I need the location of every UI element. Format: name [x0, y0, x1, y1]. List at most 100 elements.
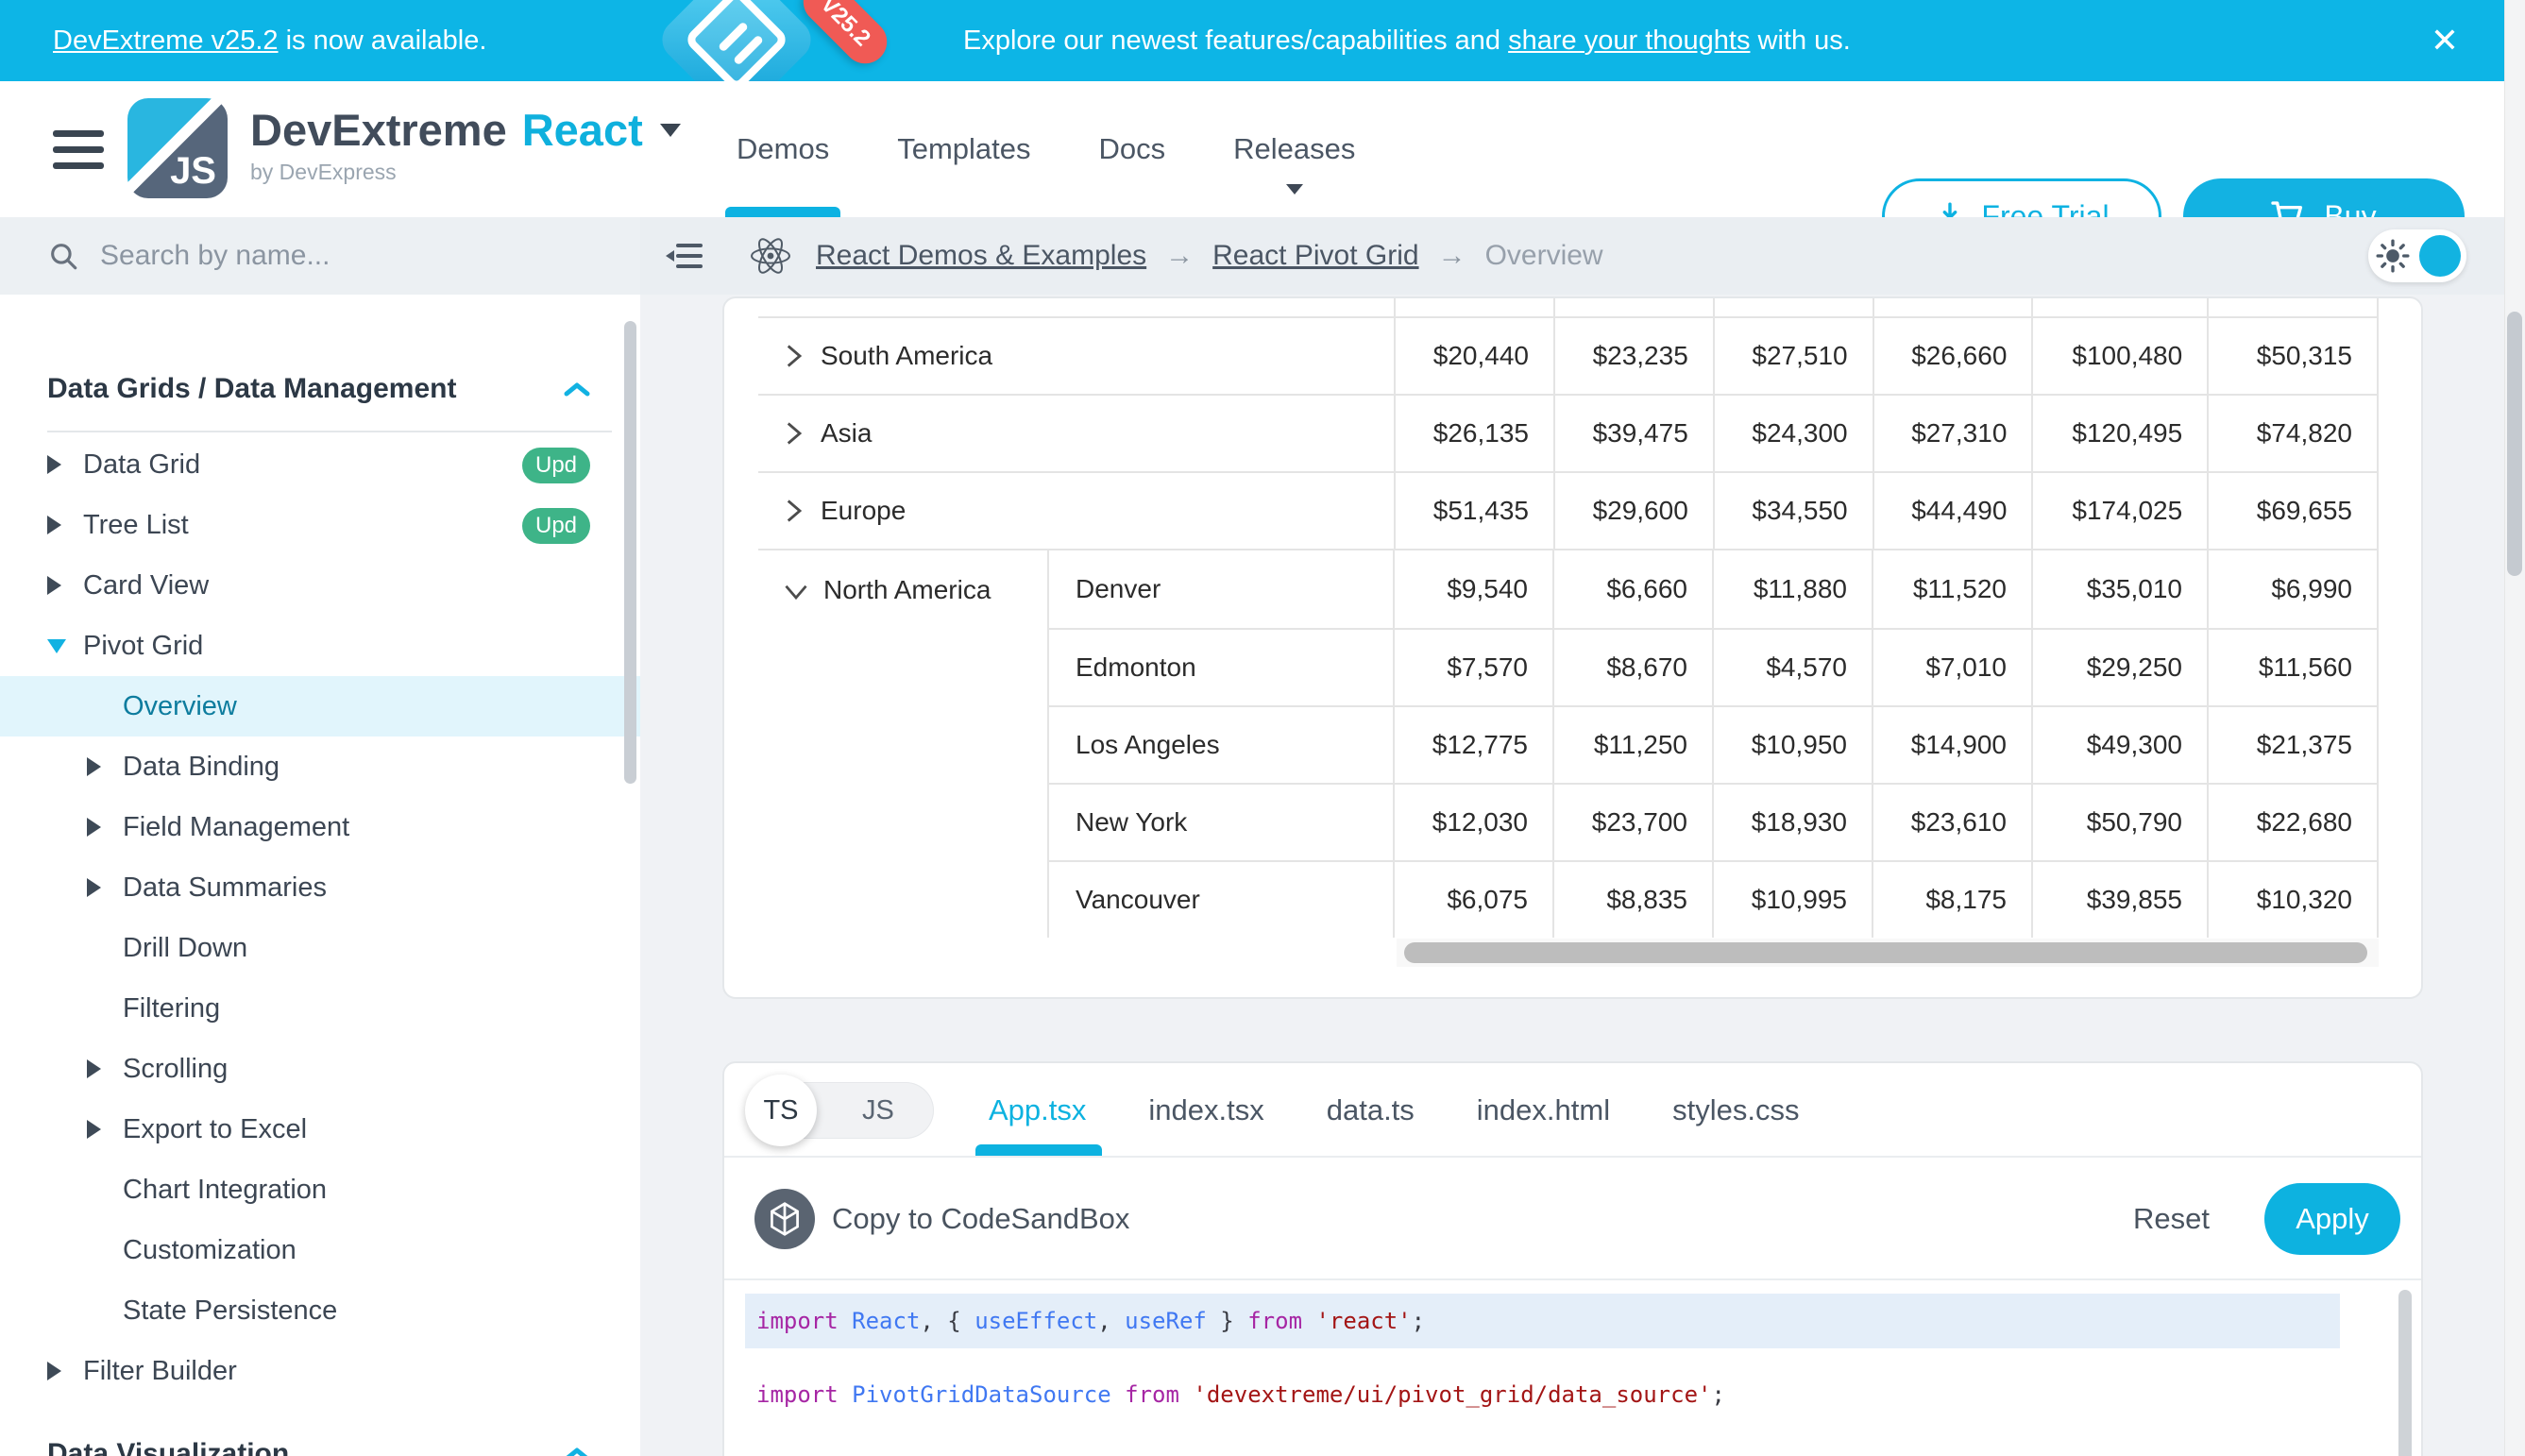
sidebar-item-customization[interactable]: Customization	[0, 1220, 640, 1280]
sidebar: Data Grids / Data Management Data GridUp…	[0, 217, 640, 1456]
search-input[interactable]	[100, 240, 516, 272]
code-line: import React, { useEffect, useRef } from…	[745, 1294, 2340, 1348]
platform-caret-icon[interactable]	[660, 124, 681, 137]
nav-docs[interactable]: Docs	[1099, 81, 1166, 217]
sidebar-item-data-binding[interactable]: Data Binding	[0, 736, 640, 797]
city-cell: Los Angeles	[1047, 707, 1393, 783]
sidebar-item-data-summaries[interactable]: Data Summaries	[0, 857, 640, 918]
value-cell: $11,880	[1712, 550, 1872, 628]
sidebar-item-scrolling[interactable]: Scrolling	[0, 1039, 640, 1099]
sidebar-item-tree-list[interactable]: Tree ListUpd	[0, 495, 640, 555]
page: DevExtreme v25.2 is now available. V25.2…	[0, 0, 2525, 1456]
pivot-grid-table: South America $20,440 $23,235 $27,510 $2…	[758, 298, 2379, 938]
breadcrumb-pivot-grid-link[interactable]: React Pivot Grid	[1212, 240, 1418, 272]
tab-data-ts[interactable]: data.ts	[1327, 1093, 1415, 1127]
code-tabs-row: TS JS App.tsx index.tsx data.ts index.ht…	[724, 1063, 2421, 1158]
value-cell: $6,990	[2207, 550, 2377, 628]
city-cell: Edmonton	[1047, 630, 1393, 705]
sidebar-item-drill-down[interactable]: Drill Down	[0, 918, 640, 978]
value-cell: $23,235	[1553, 318, 1713, 394]
sidebar-item-card-view[interactable]: Card View	[0, 555, 640, 616]
value-cell: $8,670	[1552, 630, 1712, 705]
triangle-right-icon	[87, 757, 101, 776]
sidebar-item-filter-builder[interactable]: Filter Builder	[0, 1341, 640, 1401]
sidebar-item-field-management[interactable]: Field Management	[0, 797, 640, 857]
copy-to-codesandbox-button[interactable]: Copy to CodeSandBox	[832, 1158, 1129, 1280]
sidebar-item-filtering[interactable]: Filtering	[0, 978, 640, 1039]
value-cell: $29,600	[1553, 473, 1713, 549]
upd-badge: Upd	[522, 508, 590, 544]
sidebar-menu: Data Grids / Data Management Data GridUp…	[0, 370, 640, 1456]
section-data-grids[interactable]: Data Grids / Data Management	[0, 370, 640, 408]
releases-caret-icon	[1286, 184, 1303, 195]
city-cell: New York	[1047, 785, 1393, 860]
chevron-up-icon	[563, 1446, 591, 1456]
value-cell: $174,025	[2031, 473, 2207, 549]
chevron-up-icon	[563, 381, 591, 398]
tab-styles-css[interactable]: styles.css	[1672, 1093, 1799, 1127]
value-cell: $8,175	[1872, 862, 2031, 938]
row-expand-cell[interactable]: Europe	[758, 473, 1394, 549]
code-panel: TS JS App.tsx index.tsx data.ts index.ht…	[722, 1061, 2423, 1456]
devextreme-logo[interactable]: JS DevExtreme React by DevExpress	[127, 98, 681, 198]
nav-templates[interactable]: Templates	[897, 81, 1030, 217]
value-cell: $14,900	[1872, 707, 2031, 783]
page-scrollbar	[2504, 0, 2525, 1456]
banner-close-icon[interactable]: ✕	[2431, 0, 2459, 81]
nav-releases[interactable]: Releases	[1233, 81, 1355, 217]
lang-ts[interactable]: TS	[745, 1075, 817, 1146]
row-expand-cell[interactable]: Asia	[758, 396, 1394, 471]
tab-app-tsx[interactable]: App.tsx	[989, 1093, 1086, 1127]
value-cell: $22,680	[2207, 785, 2377, 860]
sidebar-item-overview[interactable]: Overview	[0, 676, 640, 736]
codesandbox-icon[interactable]	[754, 1189, 815, 1249]
value-cell: $9,540	[1393, 550, 1552, 628]
tab-index-tsx[interactable]: index.tsx	[1148, 1093, 1263, 1127]
sidebar-item-chart-integration[interactable]: Chart Integration	[0, 1160, 640, 1220]
value-cell: $12,775	[1393, 707, 1552, 783]
row-expand-cell[interactable]: South America	[758, 318, 1394, 394]
code-editor[interactable]: import React, { useEffect, useRef } from…	[724, 1280, 2421, 1456]
banner-release-link[interactable]: DevExtreme v25.2	[53, 25, 279, 57]
tab-index-html[interactable]: index.html	[1477, 1093, 1610, 1127]
sidebar-item-data-grid[interactable]: Data GridUpd	[0, 434, 640, 495]
share-thoughts-link[interactable]: share your thoughts	[1508, 25, 1750, 57]
section-data-visualization[interactable]: Data Visualization	[0, 1424, 640, 1456]
value-cell: $23,700	[1552, 785, 1712, 860]
logo-platform: React	[522, 104, 643, 156]
value-cell: $35,010	[2031, 550, 2207, 628]
reset-button[interactable]: Reset	[2133, 1158, 2210, 1280]
triangle-right-icon	[87, 818, 101, 837]
apply-button[interactable]: Apply	[2264, 1183, 2400, 1255]
sidebar-item-state-persistence[interactable]: State Persistence	[0, 1280, 640, 1341]
banner-logo-art: V25.2	[595, 0, 916, 81]
value-cell: $27,310	[1873, 396, 2032, 471]
lang-toggle[interactable]: TS JS	[749, 1082, 934, 1139]
lang-js[interactable]: JS	[862, 1082, 894, 1139]
value-cell: $21,375	[2207, 707, 2377, 783]
breadcrumb: React Demos & Examples → React Pivot Gri…	[816, 240, 1603, 272]
row-collapse-cell[interactable]: North America	[758, 550, 1047, 938]
value-cell: $4,570	[1712, 630, 1872, 705]
banner-message: Explore our newest features/capabilities…	[963, 0, 1851, 81]
banner-release-text: DevExtreme v25.2 is now available.	[53, 0, 486, 81]
scrollbar-thumb[interactable]	[2507, 312, 2522, 576]
nav-demos[interactable]: Demos	[737, 81, 829, 217]
table-row-europe: Europe $51,435 $29,600 $34,550 $44,490 $…	[758, 471, 2377, 549]
sidebar-item-export-to-excel[interactable]: Export to Excel	[0, 1099, 640, 1160]
collapse-sidebar-icon[interactable]	[663, 239, 704, 273]
theme-toggle-knob	[2419, 235, 2461, 277]
scrollbar-thumb[interactable]	[1404, 942, 2367, 963]
value-cell: $18,930	[1712, 785, 1872, 860]
breadcrumb-current: Overview	[1485, 240, 1603, 272]
announcement-banner: DevExtreme v25.2 is now available. V25.2…	[0, 0, 2525, 81]
hamburger-menu-icon[interactable]	[53, 130, 104, 169]
theme-toggle[interactable]	[2368, 229, 2466, 282]
sidebar-scrollbar[interactable]	[624, 321, 636, 784]
scrollbar-thumb[interactable]	[2398, 1290, 2412, 1456]
value-cell: $23,610	[1872, 785, 2031, 860]
value-cell: $6,075	[1393, 862, 1552, 938]
sidebar-item-pivot-grid[interactable]: Pivot Grid	[0, 616, 640, 676]
breadcrumb-demos-link[interactable]: React Demos & Examples	[816, 240, 1146, 272]
triangle-right-icon	[47, 1362, 61, 1380]
